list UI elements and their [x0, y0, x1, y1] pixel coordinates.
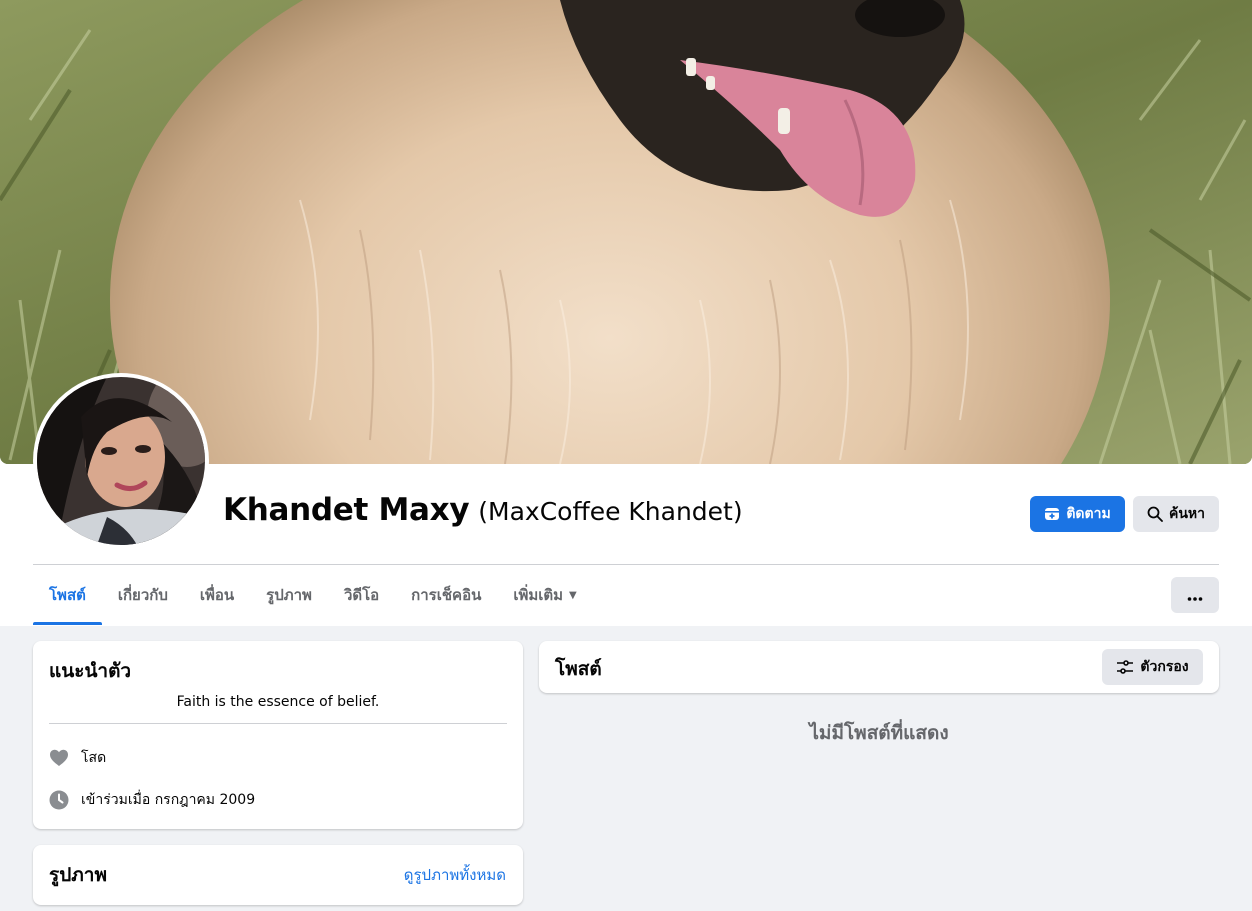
search-label: ค้นหา — [1168, 506, 1206, 522]
tab-posts[interactable]: โพสต์ — [33, 565, 102, 625]
clock-icon — [49, 790, 69, 810]
photos-card: รูปภาพ ดูรูปภาพทั้งหมด — [33, 845, 523, 905]
tab-label: เพื่อน — [199, 586, 235, 604]
see-all-photos-link[interactable]: ดูรูปภาพทั้งหมด — [404, 863, 506, 887]
profile-header: Khandet Maxy (MaxCoffee Khandet) ติดตาม … — [0, 0, 1252, 626]
intro-divider — [49, 723, 507, 724]
tab-checkins[interactable]: การเช็คอิน — [395, 565, 497, 625]
follow-label: ติดตาม — [1066, 506, 1111, 522]
more-options-button[interactable] — [1171, 577, 1219, 613]
relationship-row: โสด — [49, 747, 106, 769]
filter-button[interactable]: ตัวกรอง — [1102, 649, 1203, 685]
tab-label: เกี่ยวกับ — [117, 586, 168, 604]
filter-icon — [1116, 659, 1134, 675]
tab-more[interactable]: เพิ่มเติม ▼ — [497, 565, 592, 625]
profile-avatar[interactable] — [33, 373, 209, 549]
intro-bio: Faith is the essence of belief. — [176, 694, 380, 710]
more-icon — [1187, 586, 1203, 605]
follow-icon — [1044, 506, 1060, 522]
joined-text: เข้าร่วมเมื่อ กรกฎาคม 2009 — [81, 792, 256, 808]
caret-down-icon: ▼ — [569, 589, 577, 601]
posts-card: โพสต์ ตัวกรอง — [539, 641, 1219, 693]
tab-about[interactable]: เกี่ยวกับ — [102, 565, 184, 625]
profile-name-main: Khandet Maxy — [223, 492, 470, 528]
cover-photo[interactable] — [0, 0, 1252, 464]
tab-label: รูปภาพ — [266, 586, 312, 604]
tab-label: การเช็คอิน — [411, 586, 482, 604]
filter-label: ตัวกรอง — [1140, 659, 1189, 675]
tab-label: เพิ่มเติม — [513, 586, 564, 604]
heart-icon — [49, 748, 69, 768]
tab-friends[interactable]: เพื่อน — [184, 565, 250, 625]
profile-alternate-name: (MaxCoffee Khandet) — [478, 497, 743, 526]
posts-title: โพสต์ — [555, 658, 602, 680]
tab-label: วิดีโอ — [343, 586, 380, 604]
avatar-photo — [37, 377, 205, 545]
search-button[interactable]: ค้นหา — [1133, 496, 1219, 532]
search-icon — [1147, 506, 1163, 522]
profile-name: Khandet Maxy (MaxCoffee Khandet) — [223, 492, 743, 538]
relationship-text: โสด — [81, 750, 107, 766]
tab-label: โพสต์ — [49, 586, 86, 604]
intro-card: แนะนำตัว Faith is the essence of belief.… — [33, 641, 523, 829]
follow-button[interactable]: ติดตาม — [1030, 496, 1125, 532]
tab-photos[interactable]: รูปภาพ — [250, 565, 328, 625]
no-posts-message: ไม่มีโพสต์ที่แสดง — [809, 722, 949, 744]
photos-title: รูปภาพ — [49, 864, 107, 886]
tab-videos[interactable]: วิดีโอ — [328, 565, 395, 625]
intro-title: แนะนำตัว — [49, 660, 132, 682]
joined-row: เข้าร่วมเมื่อ กรกฎาคม 2009 — [49, 789, 255, 811]
profile-tabs: โพสต์ เกี่ยวกับ เพื่อน รูปภาพ วิดีโอ การ… — [33, 565, 593, 625]
